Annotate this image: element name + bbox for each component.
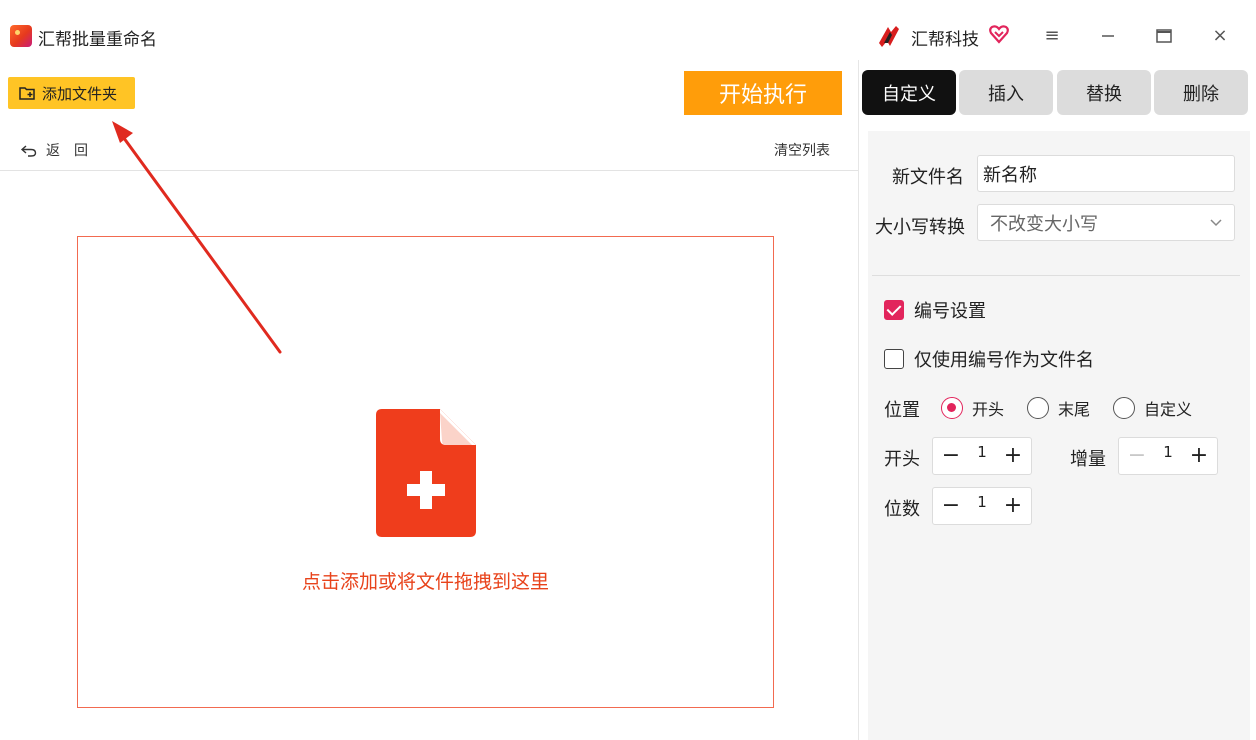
position-label: 位置	[884, 400, 920, 421]
checkbox-checked-icon	[884, 300, 904, 320]
case-convert-select[interactable]: 不改变大小写	[977, 204, 1235, 241]
case-convert-label: 大小写转换	[875, 217, 965, 238]
close-icon: ×	[1212, 25, 1228, 46]
undo-arrow-icon	[20, 145, 37, 157]
start-execute-button[interactable]: 开始执行	[684, 71, 842, 115]
minimize-icon	[1102, 35, 1114, 37]
checkbox-unchecked-icon	[884, 349, 904, 369]
plus-icon[interactable]: +	[1189, 445, 1209, 467]
close-button[interactable]: ×	[1206, 22, 1234, 50]
tab-insert[interactable]: 插入	[959, 70, 1053, 115]
maximize-icon	[1156, 29, 1172, 43]
back-label: 返回	[46, 143, 102, 159]
numbering-label: 编号设置	[914, 301, 986, 322]
increment-label: 增量	[1070, 449, 1106, 470]
tab-delete[interactable]: 删除	[1154, 70, 1248, 115]
radio-position-end[interactable]: 末尾	[1027, 396, 1090, 420]
increment-stepper[interactable]: − 1 +	[1118, 437, 1218, 475]
start-number-stepper[interactable]: − 1 +	[932, 437, 1032, 475]
radio-start-label: 开头	[972, 400, 1005, 419]
panel-divider	[858, 60, 859, 740]
radio-selected-icon	[941, 397, 963, 419]
digits-stepper[interactable]: − 1 +	[932, 487, 1032, 525]
minus-icon[interactable]: −	[941, 445, 961, 467]
brand-name: 汇帮科技	[911, 30, 979, 50]
case-convert-value: 不改变大小写	[990, 213, 1098, 235]
panel-separator	[872, 275, 1240, 276]
minimize-button[interactable]	[1094, 22, 1122, 50]
new-name-input[interactable]	[977, 155, 1235, 192]
hamburger-icon: ≡	[1044, 25, 1060, 46]
add-folder-label: 添加文件夹	[42, 84, 118, 103]
tab-replace[interactable]: 替换	[1057, 70, 1151, 115]
add-folder-icon	[19, 87, 35, 100]
radio-position-custom[interactable]: 自定义	[1113, 396, 1192, 420]
plus-icon[interactable]: +	[1003, 495, 1023, 517]
radio-custom-label: 自定义	[1144, 400, 1193, 419]
tab-custom[interactable]: 自定义	[862, 70, 956, 115]
only-number-checkbox[interactable]: 仅使用编号作为文件名	[884, 346, 1094, 372]
app-title: 汇帮批量重命名	[38, 30, 157, 50]
chevron-down-icon	[1210, 219, 1222, 227]
brand-logo-icon	[879, 26, 899, 47]
add-file-icon	[376, 409, 476, 537]
new-name-label: 新文件名	[892, 167, 964, 188]
list-divider	[0, 170, 858, 171]
minus-icon[interactable]: −	[1127, 445, 1147, 467]
digits-value: 1	[977, 493, 987, 511]
minus-icon[interactable]: −	[941, 495, 961, 517]
numbering-checkbox[interactable]: 编号设置	[884, 297, 986, 323]
radio-end-label: 末尾	[1058, 400, 1091, 419]
title-bar: 汇帮批量重命名 汇帮科技 ≡ ×	[0, 0, 1256, 60]
menu-button[interactable]: ≡	[1038, 22, 1066, 50]
radio-position-start[interactable]: 开头	[941, 396, 1004, 420]
radio-unselected-icon	[1113, 397, 1135, 419]
start-number-label: 开头	[884, 449, 920, 470]
file-drop-zone[interactable]: 点击添加或将文件拖拽到这里	[77, 236, 774, 708]
digits-label: 位数	[884, 499, 920, 520]
clear-list-button[interactable]: 清空列表	[774, 140, 830, 160]
back-button[interactable]: 返回	[20, 140, 102, 160]
add-folder-button[interactable]: 添加文件夹	[8, 77, 135, 109]
radio-unselected-icon	[1027, 397, 1049, 419]
maximize-button[interactable]	[1150, 22, 1178, 50]
heart-badge-icon[interactable]	[988, 23, 1010, 45]
app-logo-icon	[10, 25, 32, 47]
plus-icon[interactable]: +	[1003, 445, 1023, 467]
start-number-value: 1	[977, 443, 987, 461]
increment-value: 1	[1163, 443, 1173, 461]
drop-hint-text: 点击添加或将文件拖拽到这里	[301, 571, 549, 593]
only-number-label: 仅使用编号作为文件名	[914, 350, 1094, 371]
